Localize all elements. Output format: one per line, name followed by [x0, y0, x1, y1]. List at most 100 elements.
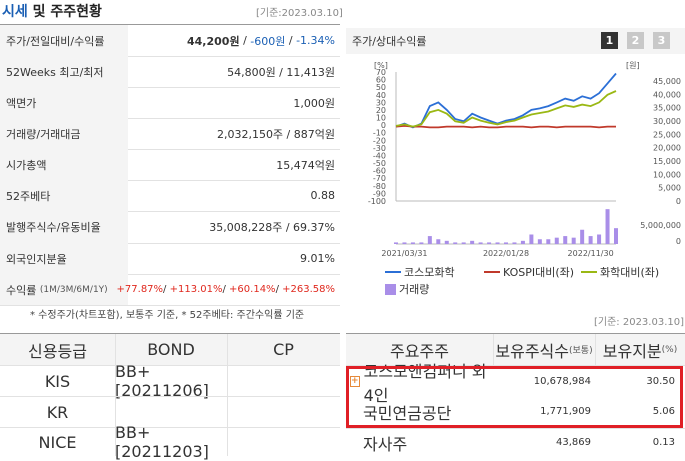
right-tick-label: 15,000 — [653, 157, 681, 166]
volume-bar — [410, 242, 415, 244]
credit-header-agency: 신용등급 — [0, 334, 115, 365]
volume-bar — [444, 240, 449, 244]
legend-line-icon — [581, 271, 597, 273]
right-tick-label: 20,000 — [653, 144, 681, 153]
x-tick-label: 2021/03/31 — [381, 249, 427, 258]
volume-bar — [504, 242, 508, 244]
volume-bar — [419, 242, 424, 244]
legend-box-icon — [385, 283, 396, 295]
legend-line-icon — [484, 271, 500, 273]
summary-label: 52Weeks 최고/최저 — [0, 56, 128, 87]
holder-row-3: 자사주 — [363, 434, 408, 454]
summary-value: 2,032,150주 / 887억원 — [216, 127, 335, 141]
credit-header-cp: CP — [227, 334, 340, 365]
chart-button-1[interactable]: 1 — [601, 32, 618, 49]
summary-row: 주가/전일대비/수익률 44,200원 / -600원 / -1.34% — [0, 25, 340, 57]
summary-label: 액면가 — [0, 87, 128, 118]
section-title: 시세 및 주주현황 — [2, 4, 102, 20]
summary-label: 외국인지분율 — [0, 243, 128, 274]
x-tick-label: 2022/01/28 — [483, 249, 529, 258]
volume-bar — [580, 229, 585, 244]
series-line-1 — [395, 124, 616, 129]
volume-bar — [614, 228, 618, 244]
credit-cp-kr — [227, 397, 340, 427]
volume-bar — [402, 242, 407, 244]
volume-bar — [436, 239, 441, 244]
volume-bar — [487, 242, 492, 244]
holder-header-shares: 보유주식수 (보통) — [493, 334, 595, 365]
volume-bar — [605, 209, 610, 244]
volume-bar — [394, 242, 398, 244]
right-tick-label: 45,000 — [653, 77, 681, 86]
summary-label: 주가/전일대비/수익률 — [0, 25, 128, 56]
right-tick-label: 0 — [676, 197, 681, 206]
right-tick-label: 30,000 — [653, 117, 681, 126]
volume-bar — [495, 242, 500, 244]
series-line-0 — [395, 72, 617, 129]
summary-row: 발행주식수/유동비율 35,008,228주 / 69.37% — [0, 211, 340, 244]
volume-bar — [512, 242, 517, 244]
summary-label: 시가총액 — [0, 149, 128, 180]
summary-row: 외국인지분율 9.01% — [0, 243, 340, 275]
summary-row: 시가총액 15,474억원 — [0, 149, 340, 181]
volume-tick-label: 5,000,000 — [640, 221, 681, 230]
right-unit-label: [원] — [626, 61, 640, 70]
summary-row: 액면가 1,000원 — [0, 87, 340, 119]
summary-value: 1,000원 — [293, 96, 335, 110]
volume-bar — [453, 242, 458, 244]
volume-bar — [563, 236, 568, 244]
right-tick-label: 25,000 — [653, 130, 681, 139]
left-tick-label: -100 — [368, 197, 386, 206]
credit-agency-kr: KR — [46, 402, 69, 422]
holder-shares-3: 43,869 — [556, 437, 591, 448]
volume-bar — [554, 237, 559, 244]
volume-bar — [461, 242, 466, 244]
summary-value: 9.01% — [300, 252, 335, 265]
legend-line-icon — [385, 271, 401, 273]
summary-value: 35,008,228주 / 69.37% — [209, 221, 335, 234]
volume-bar — [588, 236, 593, 244]
summary-row: 52Weeks 최고/최저 54,800원 / 11,413원 — [0, 56, 340, 88]
legend-item-stock: 코스모화학 — [385, 264, 455, 280]
summary-label: 거래량/거래대금 — [0, 118, 128, 149]
summary-value: 0.88 — [310, 189, 336, 202]
summary-label: 발행주식수/유동비율 — [0, 211, 128, 243]
credit-bond-kis: BB+ [20211206] — [115, 362, 209, 400]
credit-agency-nice: NICE — [38, 432, 77, 452]
x-tick-label: 2022/11/30 — [568, 249, 614, 258]
right-tick-label: 10,000 — [653, 170, 681, 179]
holder-header-pct: 보유지분 (%) — [595, 334, 685, 365]
chart-button-3[interactable]: 3 — [653, 32, 670, 49]
legend-item-kospi: KOSPI대비(좌) — [484, 264, 574, 280]
shareholder-basis: [기준: 2023.03.10] — [594, 317, 685, 328]
volume-bar — [546, 239, 551, 244]
volume-bar — [597, 234, 602, 244]
credit-cp-kis — [227, 366, 340, 396]
chart-title: 주가/상대수익률 — [352, 35, 427, 48]
credit-bond-nice: BB+ [20211203] — [115, 423, 209, 461]
summary-value: 54,800원 / 11,413원 — [227, 65, 335, 79]
holder-pct-3: 0.13 — [652, 437, 675, 448]
right-tick-label: 40,000 — [653, 90, 681, 99]
summary-row: 거래량/거래대금 2,032,150주 / 887억원 — [0, 118, 340, 150]
returns-label: 수익률 (1M/3M/6M/1Y) — [0, 274, 128, 305]
right-tick-label: 5,000 — [658, 184, 681, 193]
credit-header-bond: BOND — [115, 334, 227, 365]
footnote: * 수정주가(차트포함), 보통주 기준, * 52주베타: 주간수익률 기준 — [30, 310, 305, 321]
volume-bar — [571, 237, 576, 244]
returns-row: 수익률 (1M/3M/6M/1Y) +77.87% / +113.01% / +60… — [0, 274, 340, 306]
highlight-box — [346, 366, 683, 428]
volume-bar — [529, 234, 534, 244]
chart-button-2[interactable]: 2 — [627, 32, 644, 49]
chart-header: 주가/상대수익률 1 2 3 — [346, 28, 685, 54]
right-tick-label: 35,000 — [653, 104, 681, 113]
summary-label: 52주베타 — [0, 180, 128, 211]
summary-value: 44,200원 / -600원 / -1.34% — [187, 34, 335, 48]
credit-cp-nice — [227, 428, 340, 456]
volume-bar — [427, 236, 432, 244]
volume-tick-label: 0 — [676, 237, 681, 246]
legend-item-volume: 거래량 — [385, 281, 429, 297]
volume-bar — [537, 239, 542, 244]
legend-item-chem: 화학대비(좌) — [581, 264, 659, 280]
summary-row: 52주베타 0.88 — [0, 180, 340, 212]
